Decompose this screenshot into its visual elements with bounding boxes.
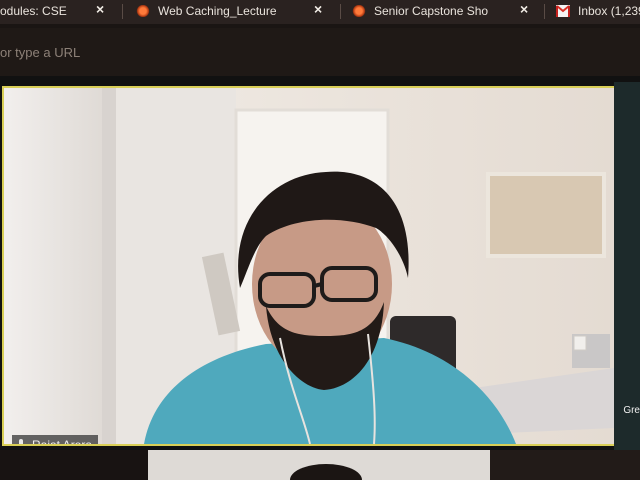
tab-title: odules: CSE <box>0 4 67 18</box>
browser-tab-strip: odules: CSE × Web Caching_Lecture × Seni… <box>0 0 640 24</box>
participant-video-thumbnail[interactable] <box>148 450 490 480</box>
tab-divider <box>544 4 545 19</box>
participant-name: Rajat Arora <box>32 438 93 446</box>
tab-cse-modules[interactable]: odules: CSE <box>0 0 82 22</box>
participant-name: Gre <box>623 405 640 416</box>
tab-divider <box>340 4 341 19</box>
gmail-icon <box>556 5 570 17</box>
app-favicon-icon <box>136 5 150 17</box>
participant-video-frame <box>4 88 614 444</box>
tab-title: Senior Capstone Sho <box>374 4 489 18</box>
tab-close-icon[interactable]: × <box>96 1 104 17</box>
participant-name-tag: Rajat Arora <box>12 435 99 446</box>
tab-divider <box>122 4 123 19</box>
tab-title: Web Caching_Lecture <box>158 4 277 18</box>
participant-video-frame <box>148 450 490 480</box>
empty-video-tile <box>490 450 640 480</box>
omnibox-input[interactable]: or type a URL <box>0 45 80 60</box>
tab-close-icon[interactable]: × <box>314 1 322 17</box>
address-bar: or type a URL <box>0 28 640 76</box>
tab-web-caching-lecture[interactable]: Web Caching_Lecture <box>136 0 300 22</box>
video-meeting-area: Rajat Arora Gre <box>0 76 640 480</box>
empty-video-tile <box>0 450 148 480</box>
tab-title: Inbox (1,239 <box>578 4 640 18</box>
microphone-icon <box>17 439 25 444</box>
tab-senior-capstone[interactable]: Senior Capstone Sho <box>352 0 508 22</box>
app-favicon-icon <box>352 5 366 17</box>
tab-close-icon[interactable]: × <box>520 1 528 17</box>
active-speaker-video[interactable]: Rajat Arora <box>2 86 616 446</box>
participant-video-thumbnail[interactable]: Gre <box>614 82 640 458</box>
tab-gmail-inbox[interactable]: Inbox (1,239 <box>556 0 640 22</box>
